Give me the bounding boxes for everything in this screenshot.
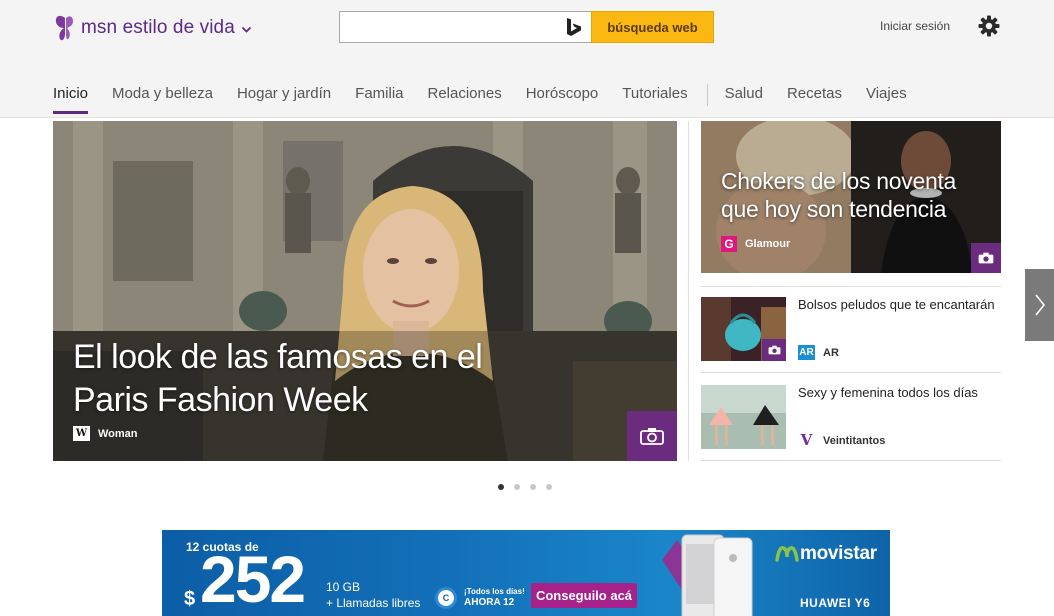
card-source: AR AR: [798, 345, 839, 360]
ad-data-amount: 10 GB: [326, 580, 361, 594]
hero-source-name: Woman: [98, 427, 138, 440]
woman-source-logo: W: [73, 426, 90, 441]
nav-item-familia[interactable]: Familia: [355, 82, 403, 114]
row-divider: [701, 372, 1001, 373]
top-header: msn estilo de vida búsqueda web Iniciar …: [0, 0, 1054, 118]
card-source-name: AR: [823, 346, 839, 359]
ad-cta-button[interactable]: Conseguilo acá: [531, 583, 637, 608]
feature-source: G Glamour: [721, 236, 790, 252]
hero-article[interactable]: El look de las famosas en el Paris Fashi…: [53, 121, 677, 461]
nav-divider: [706, 84, 708, 106]
card-title: Sexy y femenina todos los días: [798, 385, 978, 400]
feature-title: Chokers de los noventa que hoy son tende…: [721, 168, 957, 222]
ad-currency: $: [184, 588, 196, 610]
card-source: V Veintitantos: [798, 431, 886, 449]
nav-item-hogar-y-jardin[interactable]: Hogar y jardín: [237, 82, 331, 114]
gear-icon[interactable]: [978, 15, 1000, 37]
nav-item-salud[interactable]: Salud: [725, 82, 763, 114]
ad-phone-image: [662, 534, 753, 616]
card-image: [701, 385, 786, 449]
nav-item-horoscopo[interactable]: Horóscopo: [526, 82, 599, 114]
carousel-dot-3[interactable]: [530, 484, 536, 490]
chevron-right-icon: [1034, 294, 1045, 316]
nav-item-tutoriales[interactable]: Tutoriales: [622, 82, 687, 114]
ad-ahora-text: AHORA 12: [464, 597, 515, 608]
brand-menu[interactable]: msn estilo de vida: [54, 14, 252, 42]
card-thumbnail: [701, 297, 786, 361]
column-divider: [688, 121, 689, 461]
web-search-button[interactable]: búsqueda web: [591, 11, 714, 43]
gallery-badge: [627, 411, 677, 461]
gallery-badge: [762, 339, 786, 361]
camera-icon: [768, 345, 780, 355]
camera-icon: [978, 252, 994, 264]
carousel-dot-2[interactable]: [514, 484, 520, 490]
article-card[interactable]: Sexy y femenina todos los días V Veintit…: [701, 385, 1001, 449]
bing-logo-icon: [567, 18, 581, 36]
ad-calls-text: + Llamadas libres: [326, 596, 421, 610]
ad-phone-model: HUAWEI Y6: [800, 596, 871, 610]
ad-amount: 252: [200, 542, 306, 616]
nav-item-inicio[interactable]: Inicio: [53, 82, 89, 114]
hero-title: El look de las famosas en el Paris Fashi…: [73, 338, 483, 419]
camera-icon: [640, 428, 664, 445]
nav-item-recetas[interactable]: Recetas: [787, 82, 842, 114]
row-divider: [701, 286, 1001, 287]
search-bar: búsqueda web: [339, 11, 714, 43]
feature-source-name: Glamour: [745, 238, 791, 250]
signin-link[interactable]: Iniciar sesión: [880, 19, 950, 33]
veintitantos-source-logo: V: [800, 431, 813, 449]
ad-brand-name: movistar: [800, 543, 877, 564]
movistar-logo-icon: [775, 546, 799, 562]
search-input[interactable]: [339, 11, 591, 43]
card-source-name: Veintitantos: [823, 434, 886, 447]
category-nav: Inicio Moda y belleza Hogar y jardín Fam…: [53, 82, 931, 114]
ad-todos-text: ¡Todos los días!: [464, 587, 525, 596]
ar-source-logo: AR: [798, 345, 815, 360]
chevron-down-icon: [241, 26, 252, 33]
carousel-dot-1[interactable]: [498, 484, 504, 490]
nav-item-relaciones[interactable]: Relaciones: [428, 82, 502, 114]
carousel-pagination: [498, 484, 562, 490]
nav-item-moda-y-belleza[interactable]: Moda y belleza: [112, 82, 213, 114]
butterfly-logo-icon: [55, 15, 73, 41]
card-title: Bolsos peludos que te encantarán: [798, 297, 995, 312]
gallery-badge: [971, 243, 1001, 273]
card-thumbnail: [701, 385, 786, 449]
ad-banner[interactable]: 12 cuotas de $ 252 10 GB + Llamadas libr…: [162, 530, 890, 616]
hero-source: W Woman: [73, 426, 138, 441]
ad-promo-logo: C: [435, 587, 457, 609]
article-card[interactable]: Bolsos peludos que te encantarán AR AR: [701, 297, 1001, 361]
carousel-dot-4[interactable]: [546, 484, 552, 490]
glamour-source-logo: G: [721, 236, 737, 252]
row-divider: [701, 460, 1001, 461]
carousel-next-button[interactable]: [1025, 269, 1054, 341]
brand-title: msn estilo de vida: [81, 17, 235, 38]
feature-article[interactable]: Chokers de los noventa que hoy son tende…: [701, 121, 1001, 273]
nav-item-viajes[interactable]: Viajes: [866, 82, 907, 114]
